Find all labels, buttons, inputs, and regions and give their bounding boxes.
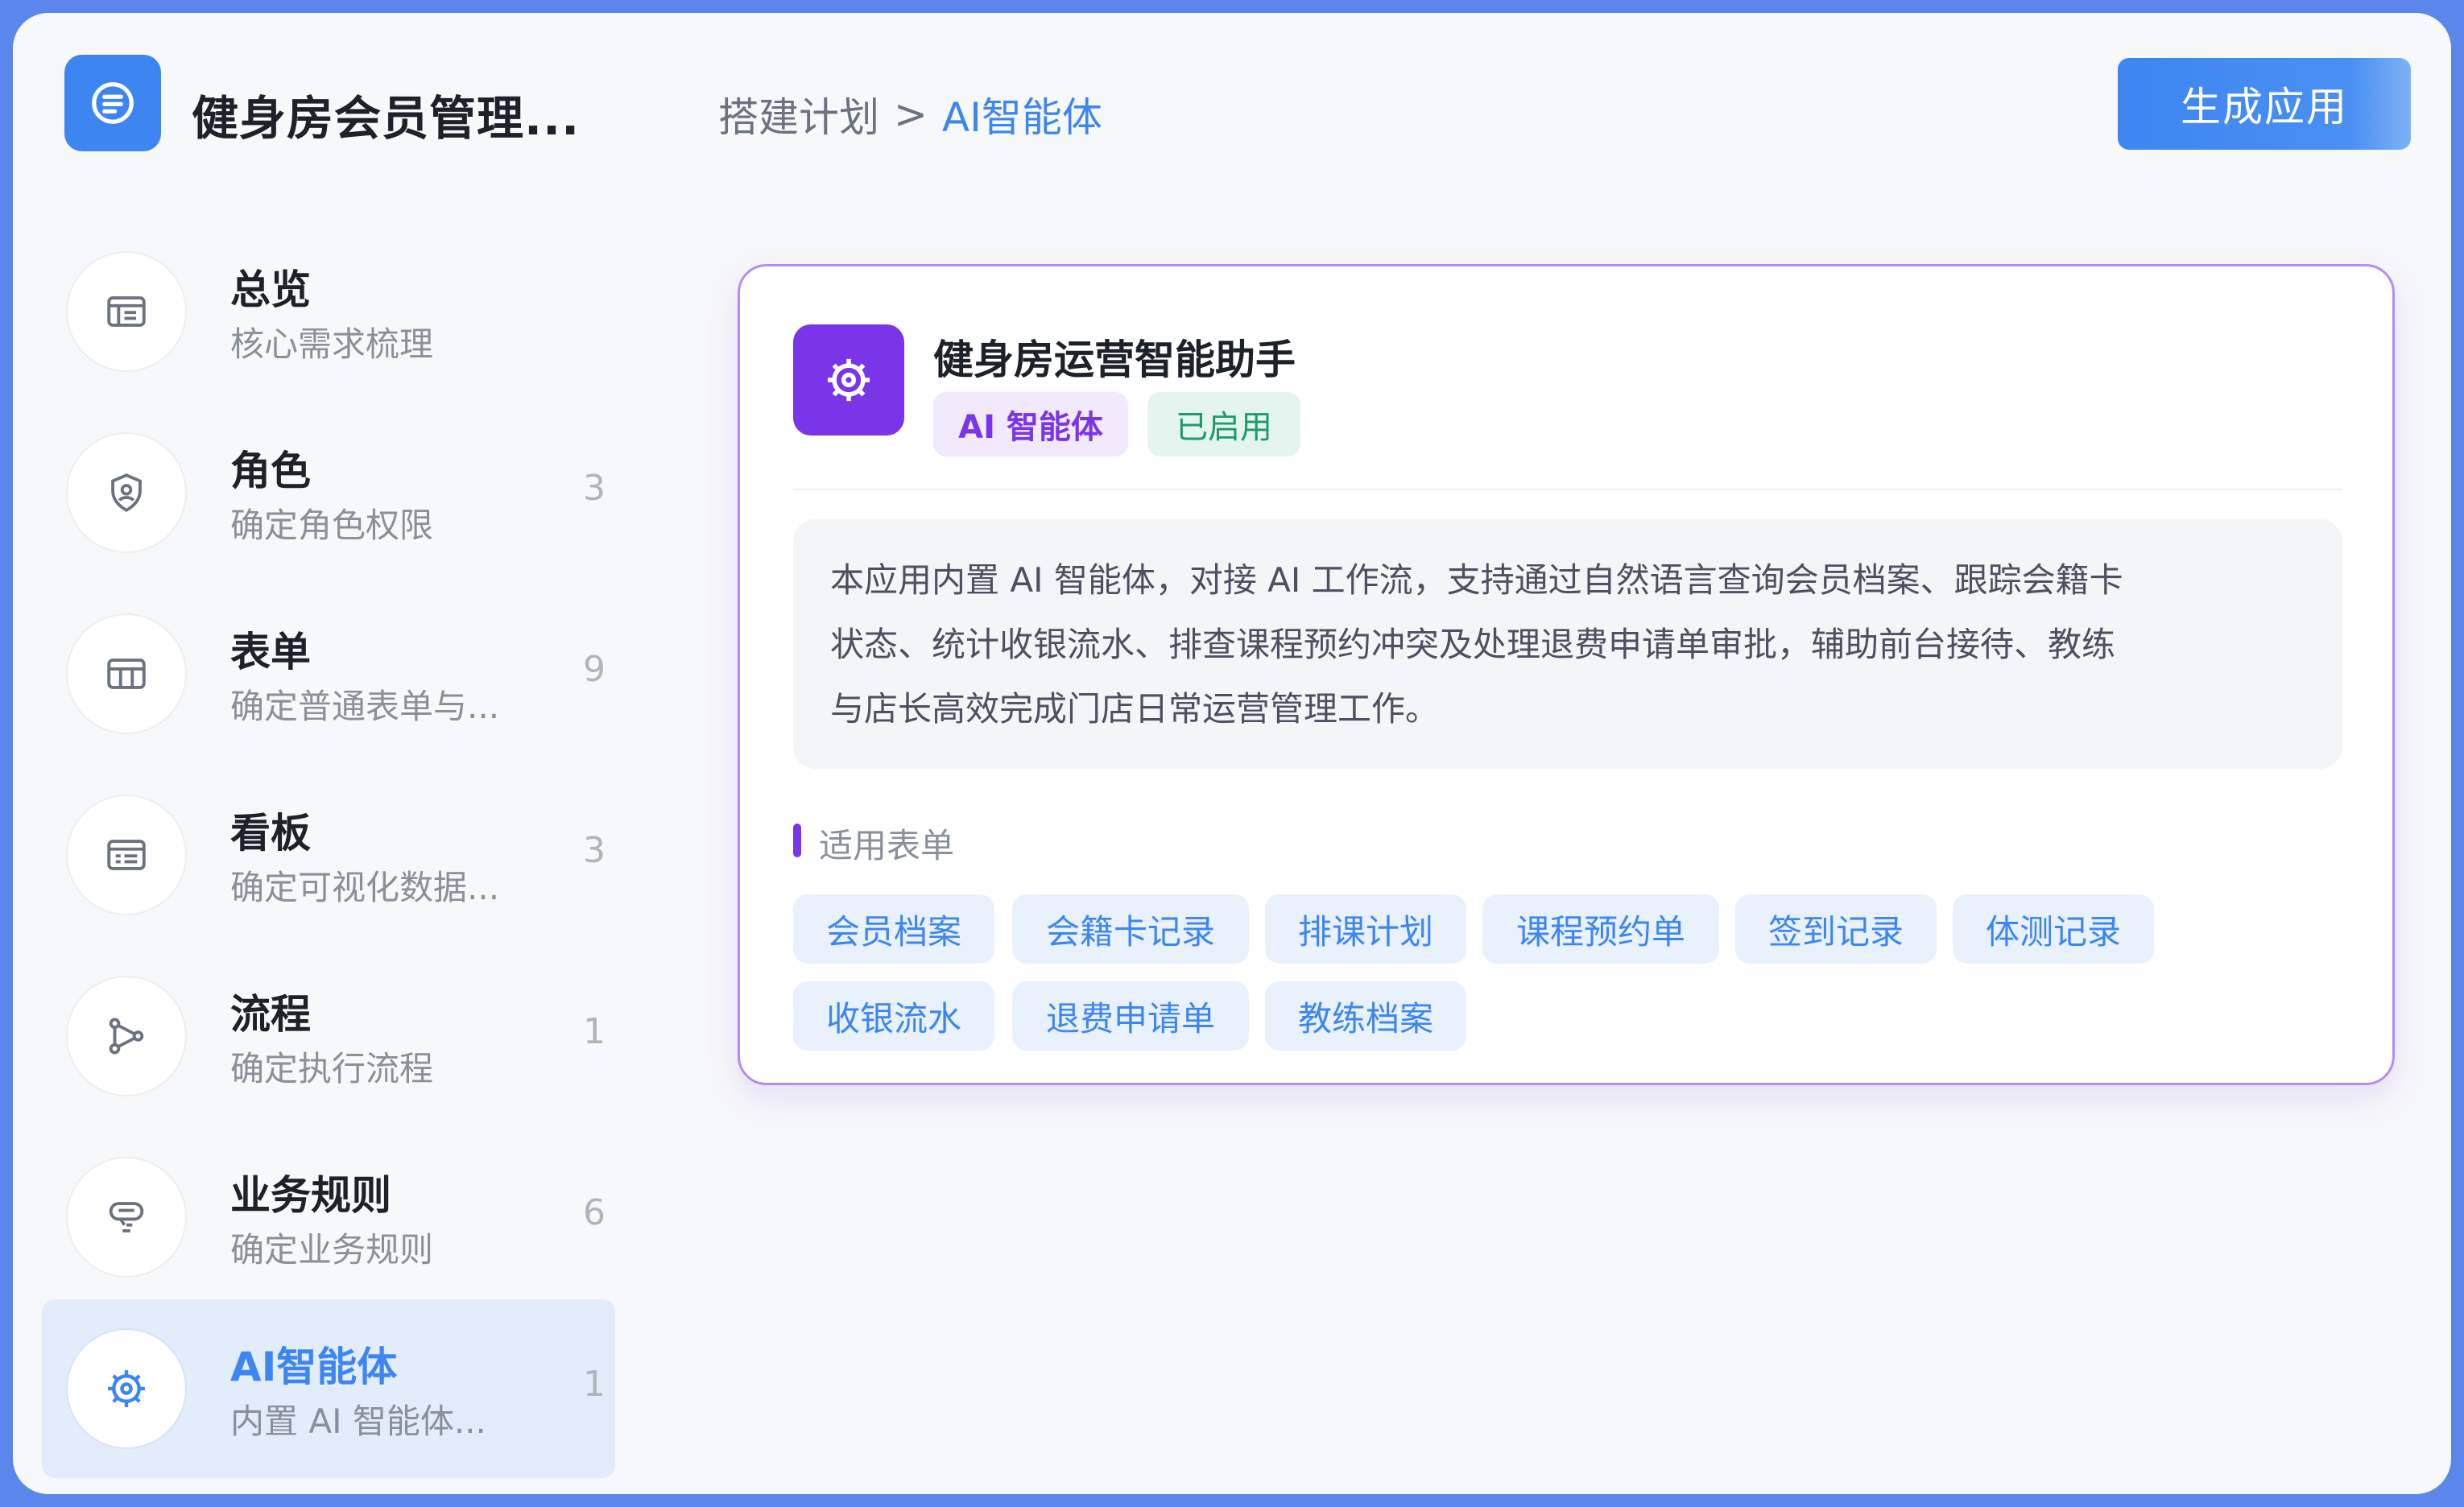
ai-gear-icon [66,1328,187,1449]
sidebar-item-title: 总览 [230,266,311,313]
sidebar-item-title: 看板 [230,810,311,857]
form-chip[interactable]: 教练档案 [1265,981,1466,1051]
description-line: 状态、统计收银流水、排查课程预约冲突及处理退费申请单审批，辅助前台接待、教练 [830,625,2116,664]
sidebar-item-title: 角色 [230,448,311,494]
flow-icon [66,976,187,1096]
form-chip[interactable]: 体测记录 [1953,894,2154,964]
agent-name: 健身房运营智能助手 [933,336,1296,383]
sidebar-item-subtitle: 确定业务规则 [230,1230,434,1270]
form-chip[interactable]: 收银流水 [793,981,994,1051]
agent-type-badge: AI 智能体 [933,392,1128,456]
form-chip[interactable]: 会员档案 [793,894,994,964]
form-chip[interactable]: 排课计划 [1265,894,1466,964]
sidebar-item-title: AI智能体 [230,1344,398,1390]
app-window: 健身房会员管理... 搭建计划 > AI智能体 生成应用 总览 核心需求梳理 角… [13,13,2451,1494]
sidebar-item-count: 6 [583,1192,606,1233]
table-icon [66,613,187,734]
generate-app-button[interactable]: 生成应用 [2118,58,2411,150]
sidebar-item-business-rules[interactable]: 业务规则 确定业务规则 6 [42,1128,615,1307]
sidebar-item-flows[interactable]: 流程 确定执行流程 1 [42,947,615,1125]
breadcrumb-separator: > [894,91,928,138]
sidebar-item-roles[interactable]: 角色 确定角色权限 3 [42,403,615,582]
form-chip[interactable]: 课程预约单 [1482,894,1719,964]
sidebar-item-count: 9 [583,649,606,690]
ai-agent-card: 健身房运营智能助手 AI 智能体 已启用 本应用内置 AI 智能体，对接 AI … [738,264,2395,1085]
sidebar-item-subtitle: 确定执行流程 [230,1049,434,1088]
sidebar-item-title: 业务规则 [230,1172,391,1219]
sidebar-item-count: 1 [583,1011,606,1052]
sidebar-item-subtitle: 确定角色权限 [230,506,434,545]
sidebar-item-forms[interactable]: 表单 确定普通表单与... 9 [42,584,615,763]
agent-description: 本应用内置 AI 智能体，对接 AI 工作流，支持通过自然语言查询会员档案、跟踪… [793,519,2342,769]
description-line: 与店长高效完成门店日常运营管理工作。 [830,689,1440,729]
sidebar-item-count: 3 [583,468,606,509]
section-accent-bar [793,824,801,857]
app-title: 健身房会员管理... [192,91,581,146]
breadcrumb-current: AI智能体 [941,94,1102,141]
description-line: 本应用内置 AI 智能体，对接 AI 工作流，支持通过自然语言查询会员档案、跟踪… [830,560,2123,600]
sidebar-item-subtitle: 核心需求梳理 [230,324,434,364]
form-chip[interactable]: 签到记录 [1735,894,1937,964]
sidebar-item-subtitle: 内置 AI 智能体... [230,1402,486,1441]
sidebar-item-count: 3 [583,830,606,871]
app-logo-icon [64,55,161,151]
status-badge: 已启用 [1147,392,1300,456]
form-chip[interactable]: 退费申请单 [1012,981,1249,1051]
sidebar-item-subtitle: 确定普通表单与... [230,687,500,726]
sidebar-item-overview[interactable]: 总览 核心需求梳理 [42,222,615,401]
ai-agent-gear-icon [793,324,904,436]
sidebar-item-title: 流程 [230,991,311,1038]
breadcrumb: 搭建计划 > AI智能体 [718,85,1102,143]
sidebar-item-dashboards[interactable]: 看板 确定可视化数据... 3 [42,766,615,944]
rule-icon [66,1157,187,1278]
divider [793,489,2342,490]
overview-icon [66,251,187,372]
sidebar-item-subtitle: 确定可视化数据... [230,868,500,907]
sidebar-item-ai-agent[interactable]: AI智能体 内置 AI 智能体... 1 [42,1299,615,1478]
breadcrumb-parent[interactable]: 搭建计划 [718,85,879,143]
form-chip[interactable]: 会籍卡记录 [1012,894,1249,964]
sidebar-item-count: 1 [583,1364,606,1405]
forms-section-title: 适用表单 [819,826,955,865]
sidebar-item-title: 表单 [230,629,311,675]
shield-user-icon [66,432,187,553]
dashboard-icon [66,795,187,915]
